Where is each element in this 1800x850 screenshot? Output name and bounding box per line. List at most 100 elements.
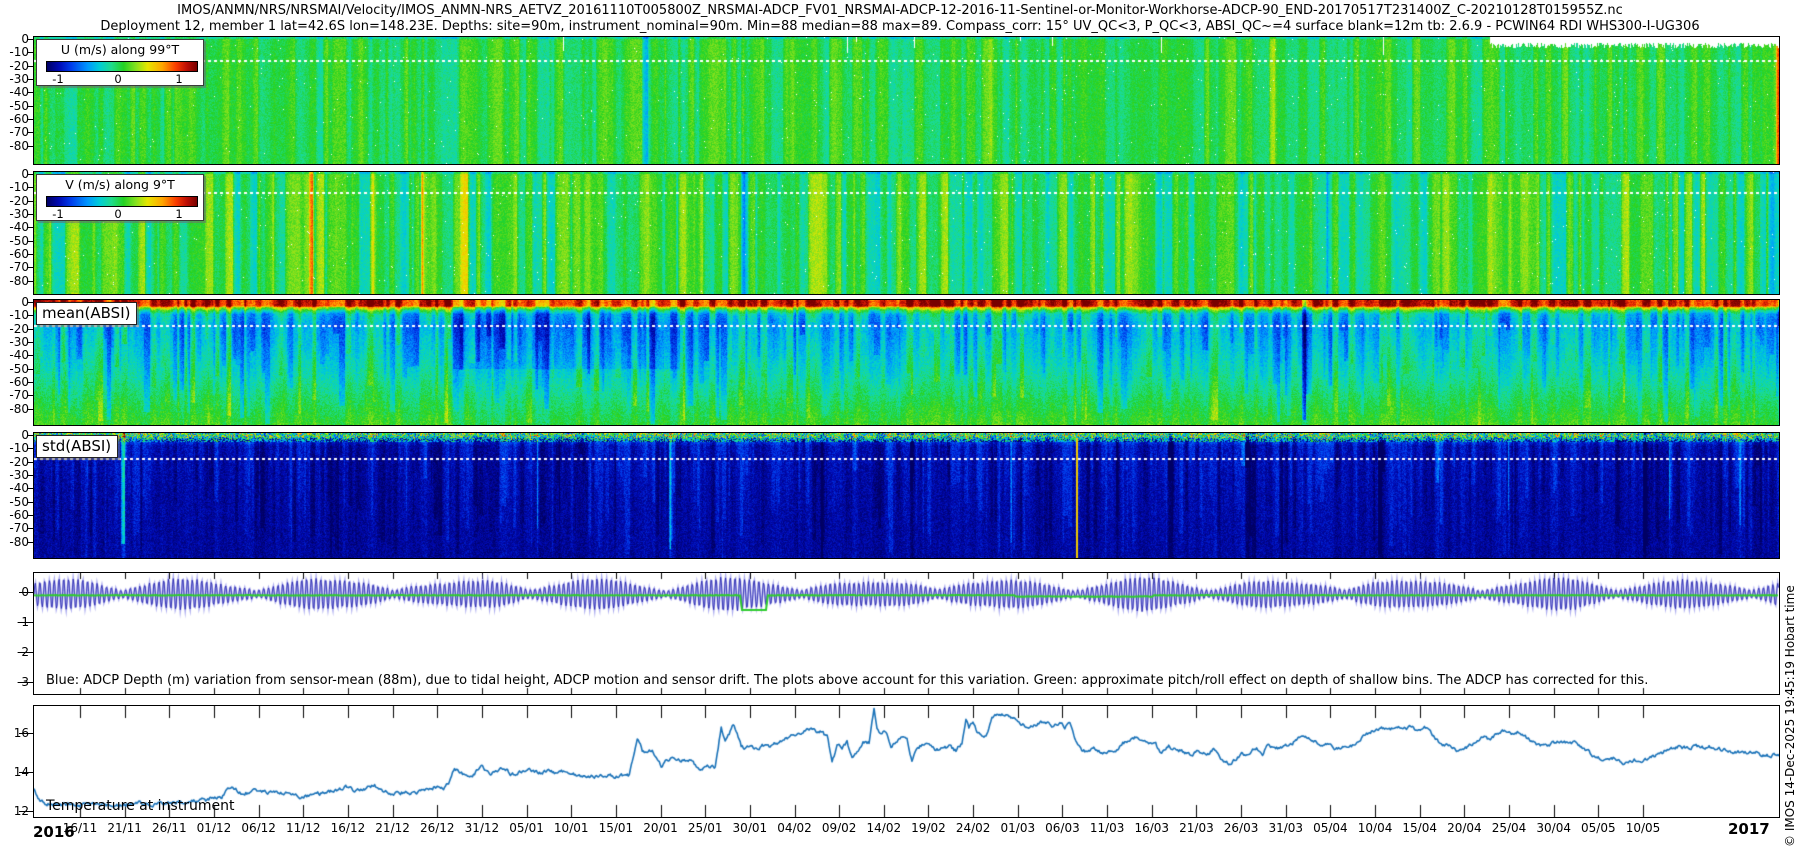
x-date-tick-label: 01/03	[993, 821, 1043, 835]
depth-tick-mark	[28, 66, 33, 67]
depth-tick-label: -80	[2, 402, 29, 416]
x-date-tick-label: 05/05	[1573, 821, 1623, 835]
v-legend-title: V (m/s) along 9°T	[37, 175, 203, 192]
depth-tick-mark	[28, 369, 33, 370]
temperature-label: Temperature at instrument	[46, 798, 234, 814]
v-colorbar-tick-zero: 0	[108, 207, 128, 221]
depth-tick-mark	[28, 92, 33, 93]
depth-tick-mark	[28, 39, 33, 40]
depth-tick-mark	[28, 502, 33, 503]
depth-tick-label: -70	[2, 125, 29, 139]
temperature-ytick-mark	[19, 772, 33, 773]
depth-tick-label: -80	[2, 139, 29, 153]
mean-absi-label-box: mean(ABSI)	[36, 302, 137, 325]
depth-tick-mark	[28, 462, 33, 463]
v-colorbar-tick-neg1: -1	[48, 207, 68, 221]
depth-tick-label: -60	[2, 375, 29, 389]
depth-tick-mark	[28, 542, 33, 543]
x-date-tick-label: 11/03	[1082, 821, 1132, 835]
depth-tick-mark	[28, 119, 33, 120]
x-axis-end-year-label: 2017	[1728, 820, 1770, 838]
depth-variation-ytick-mark	[19, 682, 33, 683]
depth-tick-mark	[28, 79, 33, 80]
depth-tick-label: 0	[2, 167, 29, 181]
x-date-tick-label: 16/03	[1127, 821, 1177, 835]
u-colorbar-tick-neg1: -1	[48, 72, 68, 86]
temperature-ytick-mark	[19, 811, 33, 812]
adcp-deployment-summary-figure: IMOS/ANMN/NRS/NRSMAI/Velocity/IMOS_ANMN-…	[0, 0, 1800, 850]
depth-tick-mark	[28, 329, 33, 330]
depth-tick-label: -30	[2, 468, 29, 482]
v-velocity-heatmap	[34, 172, 1779, 294]
u-colorbar-tick-pos1: 1	[169, 72, 189, 86]
depth-tick-label: -60	[2, 112, 29, 126]
depth-tick-label: -80	[2, 274, 29, 288]
depth-tick-label: -10	[2, 308, 29, 322]
depth-tick-label: -20	[2, 194, 29, 208]
v-colorbar-legend: V (m/s) along 9°T -1 0 1	[36, 174, 204, 221]
x-date-tick-label: 05/01	[502, 821, 552, 835]
x-date-tick-label: 30/01	[725, 821, 775, 835]
depth-tick-label: -60	[2, 508, 29, 522]
x-date-tick-label: 05/04	[1305, 821, 1355, 835]
x-date-tick-label: 25/01	[680, 821, 730, 835]
depth-tick-mark	[28, 515, 33, 516]
panel-depth-variation: Blue: ADCP Depth (m) variation from sens…	[33, 572, 1780, 695]
x-date-tick-label: 10/05	[1618, 821, 1668, 835]
x-date-tick-label: 25/04	[1484, 821, 1534, 835]
depth-tick-mark	[28, 174, 33, 175]
depth-tick-mark	[28, 395, 33, 396]
depth-tick-label: -30	[2, 207, 29, 221]
depth-tick-label: -70	[2, 388, 29, 402]
depth-tick-label: -60	[2, 247, 29, 261]
depth-tick-mark	[28, 382, 33, 383]
v-colorbar-tick-pos1: 1	[169, 207, 189, 221]
x-date-tick-label: 21/11	[100, 821, 150, 835]
depth-tick-mark	[28, 409, 33, 410]
depth-tick-mark	[28, 342, 33, 343]
u-legend-title: U (m/s) along 99°T	[37, 40, 203, 57]
depth-tick-label: 0	[2, 295, 29, 309]
depth-tick-label: -70	[2, 260, 29, 274]
u-colorbar-gradient	[46, 61, 198, 72]
panel-u-velocity: U (m/s) along 99°T -1 0 1	[33, 36, 1780, 165]
depth-variation-ytick-mark	[19, 652, 33, 653]
depth-tick-label: -20	[2, 59, 29, 73]
depth-tick-label: -10	[2, 45, 29, 59]
panel-mean-absi: mean(ABSI)	[33, 299, 1780, 426]
depth-tick-mark	[28, 52, 33, 53]
depth-tick-mark	[28, 355, 33, 356]
depth-tick-mark	[28, 132, 33, 133]
depth-tick-label: -40	[2, 85, 29, 99]
depth-tick-mark	[28, 302, 33, 303]
x-date-tick-label: 19/02	[903, 821, 953, 835]
depth-tick-mark	[28, 227, 33, 228]
depth-tick-label: -10	[2, 441, 29, 455]
depth-variation-ytick-mark	[19, 622, 33, 623]
x-date-tick-label: 16/12	[323, 821, 373, 835]
panel-std-absi: std(ABSI)	[33, 432, 1780, 559]
x-date-tick-label: 06/03	[1037, 821, 1087, 835]
x-date-tick-label: 04/02	[770, 821, 820, 835]
depth-tick-label: -40	[2, 220, 29, 234]
temperature-ytick-mark	[19, 733, 33, 734]
x-date-tick-label: 10/04	[1350, 821, 1400, 835]
figure-title-filename: IMOS/ANMN/NRS/NRSMAI/Velocity/IMOS_ANMN-…	[177, 3, 1623, 18]
panel-v-velocity: V (m/s) along 9°T -1 0 1	[33, 171, 1780, 295]
depth-tick-label: -20	[2, 455, 29, 469]
v-colorbar-gradient	[46, 196, 198, 207]
x-date-tick-label: 15/01	[591, 821, 641, 835]
x-date-tick-label: 10/01	[546, 821, 596, 835]
copyright-vertical-text: © IMOS 14-Dec-2025 19:45:19 Hobart time	[1783, 585, 1797, 847]
x-date-tick-label: 24/02	[948, 821, 998, 835]
x-date-tick-label: 20/04	[1439, 821, 1489, 835]
depth-tick-mark	[28, 187, 33, 188]
x-date-tick-label: 01/12	[189, 821, 239, 835]
depth-tick-mark	[28, 315, 33, 316]
std-absi-label-box: std(ABSI)	[36, 435, 118, 458]
depth-tick-label: 0	[2, 428, 29, 442]
depth-tick-mark	[28, 488, 33, 489]
depth-tick-label: -80	[2, 535, 29, 549]
x-date-tick-label: 15/04	[1395, 821, 1445, 835]
depth-tick-mark	[28, 475, 33, 476]
